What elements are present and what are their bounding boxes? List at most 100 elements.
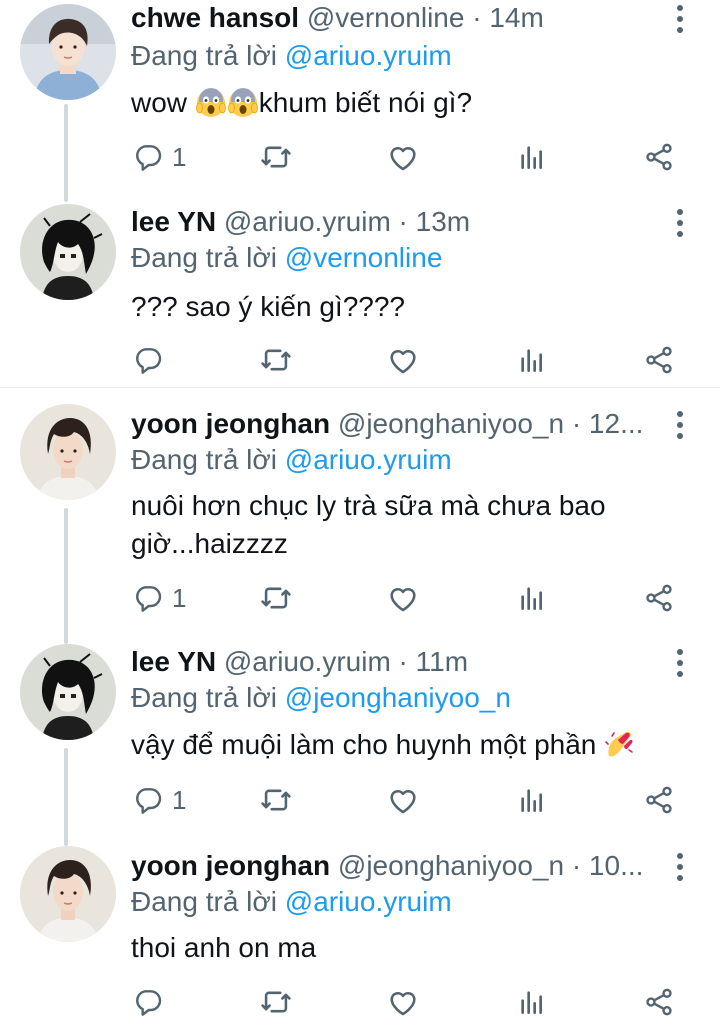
replying-to-label: Đang trả lời [131, 40, 285, 71]
handle-and-time[interactable]: @jeonghaniyoo_n · 12... [338, 408, 644, 439]
handle-and-time[interactable]: @vernonline · 14m [307, 2, 544, 33]
tweet-header: lee YN @ariuo.yruim · 11m [131, 644, 660, 680]
face-screaming-in-fear-icon [227, 86, 259, 118]
retweet-button[interactable] [259, 982, 293, 1022]
views-button[interactable] [516, 982, 548, 1022]
handle-and-time[interactable]: @jeonghaniyoo_n · 10... [338, 850, 644, 881]
share-button[interactable] [643, 982, 675, 1022]
like-button[interactable] [386, 137, 420, 177]
reply-icon [132, 986, 164, 1018]
retweet-button[interactable] [259, 137, 293, 177]
share-button[interactable] [643, 780, 675, 820]
action-bar: 1 [0, 578, 720, 618]
share-icon [643, 344, 675, 376]
like-icon [386, 985, 420, 1019]
display-name[interactable]: chwe hansol [131, 2, 299, 33]
like-icon [386, 343, 420, 377]
more-vertical-icon[interactable] [670, 2, 690, 36]
like-button[interactable] [386, 780, 420, 820]
share-button[interactable] [643, 137, 675, 177]
avatar[interactable] [20, 846, 116, 942]
tweet-text: thoi anh on ma [131, 932, 317, 963]
retweet-button[interactable] [259, 340, 293, 380]
reply-count: 1 [172, 141, 187, 172]
views-button[interactable] [516, 340, 548, 380]
mention-link[interactable]: @ariuo.yruim [285, 444, 452, 475]
replying-to-label: Đang trả lời [131, 682, 285, 713]
mention-link[interactable]: @ariuo.yruim [285, 886, 452, 917]
retweet-button[interactable] [259, 578, 293, 618]
views-icon [516, 582, 548, 614]
tweet-text: ??? sao ý kiến gì???? [131, 291, 405, 322]
like-button[interactable] [386, 982, 420, 1022]
views-icon [516, 344, 548, 376]
views-icon [516, 141, 548, 173]
display-name[interactable]: yoon jeonghan [131, 850, 330, 881]
reply-button[interactable]: 1 [132, 780, 186, 820]
like-icon [386, 140, 420, 174]
reply-button[interactable] [132, 982, 172, 1022]
like-icon [386, 581, 420, 615]
mention-link[interactable]: @vernonline [285, 242, 443, 273]
avatar[interactable] [20, 4, 116, 100]
display-name[interactable]: yoon jeonghan [131, 408, 330, 439]
views-button[interactable] [516, 780, 548, 820]
more-vertical-icon[interactable] [670, 408, 690, 442]
reply-count: 1 [172, 582, 187, 613]
replying-to: Đang trả lời @ariuo.yruim [131, 884, 452, 920]
replying-to-label: Đang trả lời [131, 242, 285, 273]
mention-link[interactable]: @jeonghaniyoo_n [285, 682, 511, 713]
mention-link[interactable]: @ariuo.yruim [285, 40, 452, 71]
action-bar [0, 982, 720, 1022]
avatar[interactable] [20, 404, 116, 500]
action-bar [0, 340, 720, 380]
nail-polish-icon [604, 728, 636, 760]
views-icon [516, 784, 548, 816]
tweet-text-line: giờ...haizzzz [131, 528, 288, 559]
reply-button[interactable]: 1 [132, 137, 186, 177]
reply-button[interactable] [132, 340, 172, 380]
retweet-icon [259, 783, 293, 817]
share-icon [643, 141, 675, 173]
views-button[interactable] [516, 578, 548, 618]
replying-to-label: Đang trả lời [131, 886, 285, 917]
retweet-icon [259, 581, 293, 615]
more-vertical-icon[interactable] [670, 850, 690, 884]
retweet-icon [259, 140, 293, 174]
reply-icon [132, 141, 164, 173]
avatar[interactable] [20, 644, 116, 740]
reply-button[interactable]: 1 [132, 578, 186, 618]
share-button[interactable] [643, 340, 675, 380]
tweet[interactable]: chwe hansol @vernonline · 14m Đang trả l… [0, 0, 720, 190]
reply-count: 1 [172, 784, 187, 815]
more-vertical-icon[interactable] [670, 646, 690, 680]
share-button[interactable] [643, 578, 675, 618]
share-icon [643, 582, 675, 614]
tweet-text-line: nuôi hơn chục ly trà sữa mà chưa bao [131, 490, 606, 521]
like-button[interactable] [386, 578, 420, 618]
handle-and-time[interactable]: @ariuo.yruim · 13m [224, 206, 470, 237]
tweet-text-part: khum biết nói gì? [258, 87, 473, 118]
views-icon [516, 986, 548, 1018]
replying-to-label: Đang trả lời [131, 444, 285, 475]
views-button[interactable] [516, 137, 548, 177]
retweet-button[interactable] [259, 780, 293, 820]
display-name[interactable]: lee YN [131, 206, 216, 237]
tweet-text-part: wow [131, 87, 195, 118]
reply-icon [132, 344, 164, 376]
avatar[interactable] [20, 204, 116, 300]
retweet-icon [259, 343, 293, 377]
like-button[interactable] [386, 340, 420, 380]
tweet[interactable]: lee YN @ariuo.yruim · 11m Đang trả lời @… [0, 640, 720, 840]
action-bar: 1 [0, 780, 720, 820]
like-icon [386, 783, 420, 817]
display-name[interactable]: lee YN [131, 646, 216, 677]
tweet[interactable]: yoon jeonghan @jeonghaniyoo_n · 12... Đa… [0, 400, 720, 630]
tweet[interactable]: yoon jeonghan @jeonghaniyoo_n · 10... Đa… [0, 842, 720, 1016]
tweet[interactable]: lee YN @ariuo.yruim · 13m Đang trả lời @… [0, 200, 720, 390]
more-vertical-icon[interactable] [670, 206, 690, 240]
action-bar: 1 [0, 137, 720, 177]
tweet-header: chwe hansol @vernonline · 14m [131, 0, 660, 36]
handle-and-time[interactable]: @ariuo.yruim · 11m [224, 646, 468, 677]
face-screaming-in-fear-icon [195, 86, 227, 118]
